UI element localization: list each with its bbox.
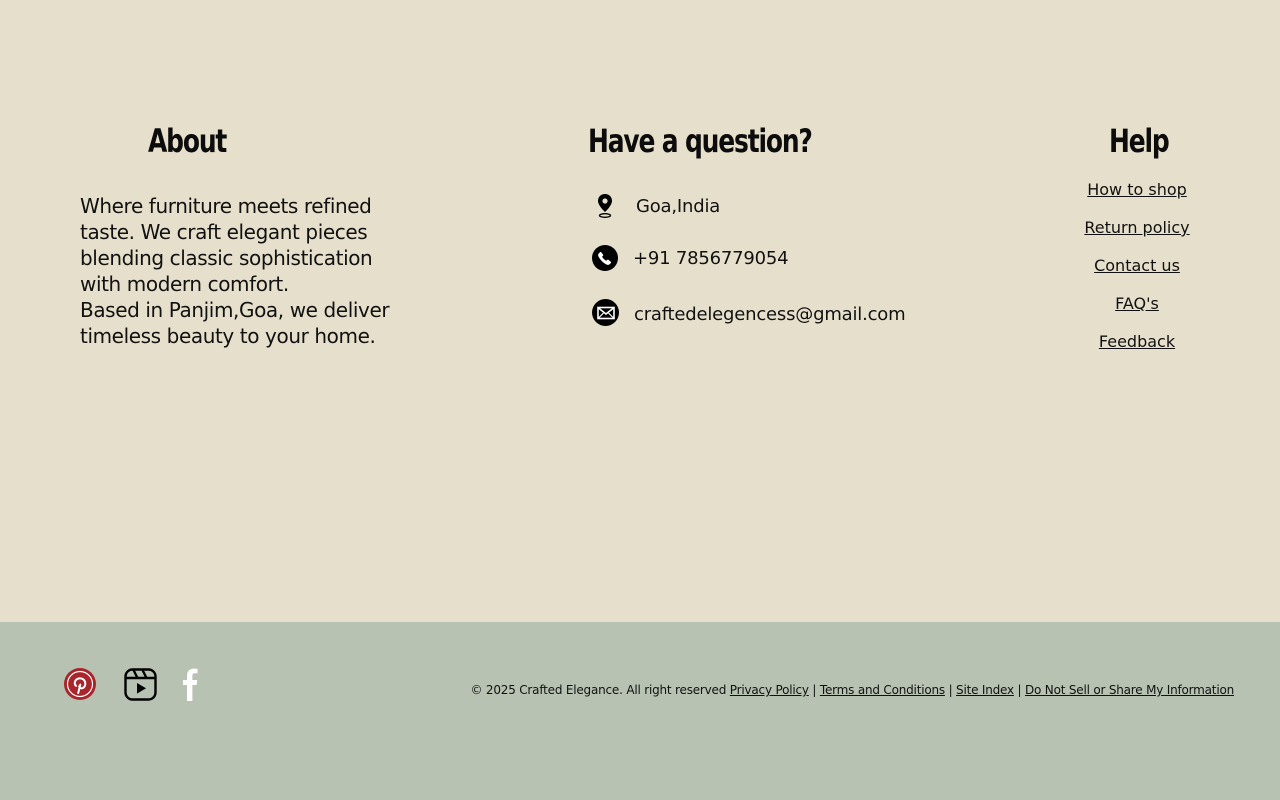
site-index-link[interactable]: Site Index bbox=[956, 683, 1014, 697]
separator: | bbox=[812, 683, 817, 697]
facebook-icon[interactable] bbox=[182, 668, 202, 705]
email-text: craftedelegencess@gmail.com bbox=[634, 303, 906, 325]
legal-line: © 2025 Crafted Elegance. All right reser… bbox=[470, 683, 1234, 697]
map-pin-icon bbox=[592, 193, 618, 219]
help-link-how-to-shop[interactable]: How to shop bbox=[1037, 180, 1237, 199]
contact-phone[interactable]: +91 7856779054 bbox=[592, 245, 789, 271]
help-link-feedback[interactable]: Feedback bbox=[1037, 332, 1237, 351]
contact-heading: Have a question? bbox=[588, 122, 813, 160]
reels-icon[interactable] bbox=[124, 668, 157, 705]
contact-location: Goa,India bbox=[592, 193, 720, 219]
contact-email[interactable]: craftedelegencess@gmail.com bbox=[592, 299, 906, 326]
privacy-policy-link[interactable]: Privacy Policy bbox=[730, 683, 809, 697]
do-not-sell-link[interactable]: Do Not Sell or Share My Information bbox=[1025, 683, 1234, 697]
about-heading: About bbox=[148, 122, 227, 160]
mail-icon bbox=[592, 299, 619, 326]
terms-and-conditions-link[interactable]: Terms and Conditions bbox=[820, 683, 945, 697]
phone-text: +91 7856779054 bbox=[633, 247, 789, 269]
about-paragraph-2: Based in Panjim,Goa, we deliver timeless… bbox=[80, 298, 390, 348]
help-link-contact-us[interactable]: Contact us bbox=[1037, 256, 1237, 275]
phone-icon bbox=[592, 245, 618, 271]
location-text: Goa,India bbox=[636, 195, 721, 217]
pinterest-icon[interactable] bbox=[64, 668, 96, 704]
about-paragraph-1: Where furniture meets refined taste. We … bbox=[80, 194, 373, 296]
footer-info-section: About Where furniture meets refined tast… bbox=[0, 0, 1280, 622]
bottom-bar bbox=[0, 622, 1280, 800]
about-description: Where furniture meets refined taste. We … bbox=[80, 193, 410, 349]
separator: | bbox=[1017, 683, 1022, 697]
separator: | bbox=[948, 683, 953, 697]
help-heading: Help bbox=[1109, 122, 1170, 160]
copyright-text: © 2025 Crafted Elegance. All right reser… bbox=[470, 683, 727, 697]
help-link-return-policy[interactable]: Return policy bbox=[1037, 218, 1237, 237]
help-link-faqs[interactable]: FAQ's bbox=[1037, 294, 1237, 313]
